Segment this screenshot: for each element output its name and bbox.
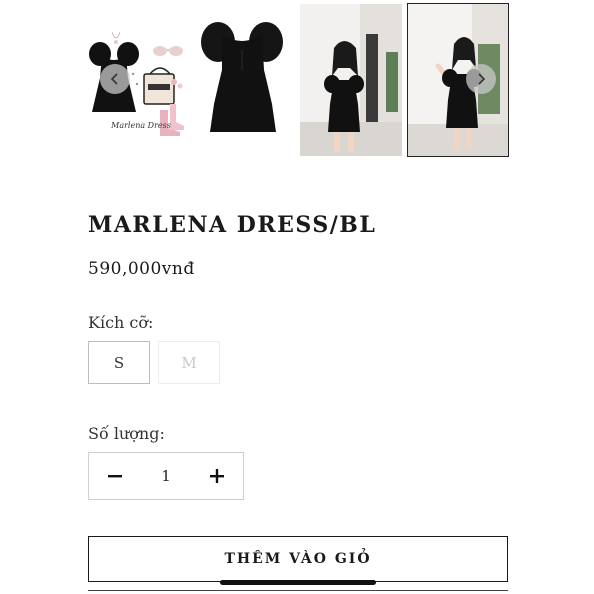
size-option-s[interactable]: S xyxy=(88,341,150,384)
model-photo-1 xyxy=(300,4,402,156)
add-to-cart-button[interactable]: THÊM VÀO GIỎ xyxy=(88,536,508,582)
quantity-increase-button[interactable] xyxy=(191,453,243,499)
quantity-label: Số lượng: xyxy=(88,424,165,443)
svg-text:.: . xyxy=(266,148,267,153)
plus-icon xyxy=(210,469,224,483)
quantity-value[interactable]: 1 xyxy=(141,467,191,485)
gallery-image-product[interactable]: . xyxy=(196,4,290,156)
chevron-right-icon xyxy=(478,73,486,85)
gallery-image-model-1[interactable] xyxy=(300,4,402,156)
chevron-left-icon xyxy=(110,73,118,85)
gallery-prev-button[interactable] xyxy=(100,64,130,94)
minus-icon xyxy=(108,475,122,478)
product-image-gallery: Marlena Dress . xyxy=(88,3,509,160)
product-dress-illustration: . xyxy=(196,4,290,156)
product-title: MARLENA DRESS/BL xyxy=(88,212,377,238)
size-label: Kích cỡ: xyxy=(88,313,154,332)
flatlay-caption: Marlena Dress xyxy=(111,121,171,130)
gallery-next-button[interactable] xyxy=(466,64,496,94)
home-indicator xyxy=(220,580,376,585)
product-price: 590,000vnđ xyxy=(88,259,195,279)
size-option-m[interactable]: M xyxy=(158,341,220,384)
divider xyxy=(88,590,508,591)
quantity-stepper: 1 xyxy=(88,452,244,500)
quantity-decrease-button[interactable] xyxy=(89,453,141,499)
